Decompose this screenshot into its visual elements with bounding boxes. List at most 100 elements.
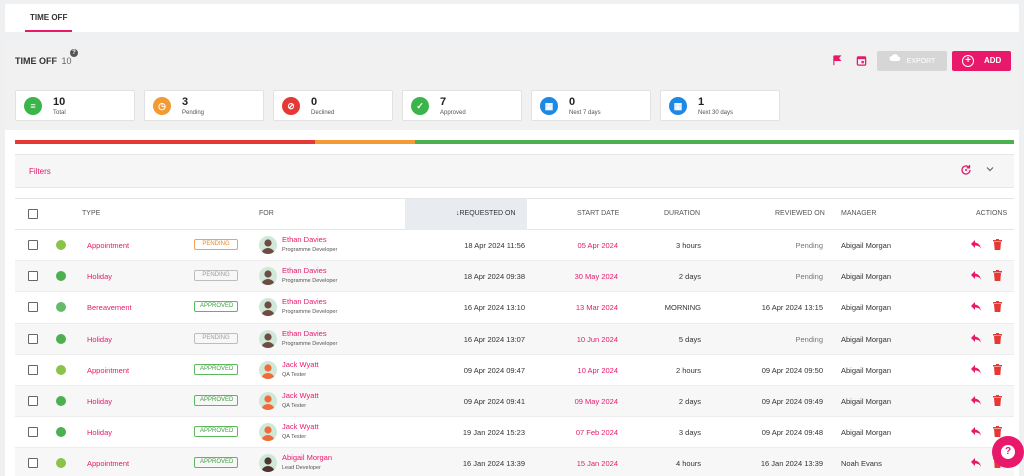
- stat-card-pending[interactable]: ◷ 3 Pending: [144, 90, 264, 121]
- row-checkbox[interactable]: [28, 302, 38, 313]
- table-row[interactable]: Holiday APPROVED Jack Wyatt QA Tester 19 Jan…: [15, 417, 1014, 449]
- table-row[interactable]: Bereavement APPROVED Ethan Davies Programme…: [15, 292, 1014, 324]
- table-row[interactable]: Appointment APPROVED Abigail Morgan Lead De…: [15, 448, 1014, 476]
- delete-icon[interactable]: [993, 301, 1002, 313]
- col-type[interactable]: TYPE: [82, 210, 100, 217]
- calendar-icon[interactable]: [854, 55, 868, 69]
- row-checkbox[interactable]: [28, 427, 38, 438]
- employee-name[interactable]: Ethan Davies: [282, 329, 337, 338]
- employee-role: QA Tester: [282, 434, 307, 441]
- export-label: EXPORT: [906, 57, 936, 65]
- avatar: [259, 267, 277, 286]
- requested-on: 19 Jan 2024 15:23: [462, 428, 525, 438]
- delete-icon[interactable]: [993, 426, 1002, 438]
- col-reviewed-on[interactable]: REVIEWED ON: [775, 210, 825, 217]
- delete-icon[interactable]: [993, 332, 1002, 344]
- filters-label[interactable]: Filters: [29, 167, 51, 176]
- clock-icon: ◷: [153, 97, 171, 115]
- leave-type[interactable]: Appointment: [87, 241, 129, 250]
- stat-value: 1: [698, 96, 705, 108]
- delete-icon[interactable]: [993, 239, 1002, 250]
- reply-icon[interactable]: [970, 300, 982, 315]
- panel-header: TIME OFF 10 ? EXPORT + ADD ≡ 10 Total ◷ 3 Pen…: [5, 40, 1019, 130]
- filters-bar[interactable]: Filters: [15, 154, 1014, 188]
- requested-on: 18 Apr 2024 11:56: [464, 241, 525, 250]
- reset-filters-icon[interactable]: [960, 164, 972, 179]
- leave-type-icon: [56, 458, 66, 469]
- leave-type[interactable]: Appointment: [87, 366, 129, 375]
- delete-icon[interactable]: [993, 363, 1002, 375]
- table-row[interactable]: Holiday PENDING Ethan Davies Programme Deve…: [15, 261, 1014, 293]
- stat-card-next-7-days[interactable]: ▦ 0 Next 7 days: [531, 90, 651, 121]
- chevron-down-icon[interactable]: [985, 164, 995, 177]
- row-checkbox[interactable]: [28, 240, 38, 250]
- employee-info[interactable]: Ethan Davies Programme Developer: [282, 297, 337, 315]
- stat-card-approved[interactable]: ✓ 7 Approved: [402, 90, 522, 121]
- flag-icon[interactable]: [830, 55, 844, 69]
- employee-role: Programme Developer: [282, 340, 338, 347]
- status-badge: APPROVED: [194, 363, 238, 375]
- help-icon[interactable]: ?: [70, 49, 78, 57]
- tab-time-off[interactable]: TIME OFF: [25, 4, 73, 32]
- reply-icon[interactable]: [970, 425, 982, 440]
- table-row[interactable]: Holiday APPROVED Jack Wyatt QA Tester 09 Apr…: [15, 385, 1014, 418]
- stat-card-declined[interactable]: ⊘ 0 Declined: [273, 90, 393, 121]
- row-checkbox[interactable]: [28, 364, 38, 375]
- delete-icon[interactable]: [993, 270, 1002, 282]
- leave-type[interactable]: Holiday: [87, 272, 112, 281]
- page-title: TIME OFF 10: [15, 56, 72, 66]
- table-row[interactable]: Holiday PENDING Ethan Davies Programme Deve…: [15, 323, 1014, 355]
- help-chat-button[interactable]: ?: [992, 436, 1024, 468]
- reply-icon[interactable]: [970, 363, 982, 378]
- reply-icon[interactable]: [970, 238, 982, 253]
- leave-type[interactable]: Holiday: [87, 428, 112, 437]
- col-for[interactable]: FOR: [259, 210, 274, 217]
- row-checkbox[interactable]: [28, 271, 38, 282]
- table-row[interactable]: Appointment PENDING Ethan Davies Programme …: [15, 230, 1014, 262]
- employee-name[interactable]: Ethan Davies: [282, 297, 337, 306]
- add-button[interactable]: + ADD: [952, 51, 1011, 71]
- leave-type[interactable]: Appointment: [87, 459, 129, 468]
- status-badge: PENDING: [194, 332, 238, 344]
- reply-icon[interactable]: [970, 332, 982, 347]
- stat-card-total[interactable]: ≡ 10 Total: [15, 90, 135, 121]
- col-manager[interactable]: MANAGER: [841, 210, 876, 217]
- select-all-checkbox[interactable]: [28, 209, 38, 219]
- employee-info[interactable]: Ethan Davies Programme Developer: [282, 329, 337, 347]
- col-start-date[interactable]: START DATE: [577, 210, 619, 217]
- employee-info[interactable]: Ethan Davies Programme Developer: [282, 235, 337, 253]
- employee-name[interactable]: Ethan Davies: [282, 266, 337, 275]
- leave-type[interactable]: Bereavement: [87, 303, 132, 312]
- employee-info[interactable]: Ethan Davies Programme Developer: [282, 266, 337, 284]
- employee-name[interactable]: Jack Wyatt: [282, 360, 319, 369]
- calendar-icon: ▦: [540, 97, 558, 115]
- employee-info[interactable]: Jack Wyatt QA Tester: [282, 391, 319, 409]
- employee-name[interactable]: Ethan Davies: [282, 235, 337, 244]
- start-date: 13 Mar 2024: [575, 303, 618, 313]
- stat-card-next-30-days[interactable]: ▦ 1 Next 30 days: [660, 90, 780, 121]
- reply-icon[interactable]: [970, 456, 982, 471]
- employee-name[interactable]: Abigail Morgan: [282, 453, 332, 462]
- employee-name[interactable]: Jack Wyatt: [282, 391, 319, 400]
- reply-icon[interactable]: [970, 269, 982, 284]
- employee-info[interactable]: Jack Wyatt QA Tester: [282, 360, 319, 378]
- row-checkbox[interactable]: [28, 395, 38, 406]
- reviewed-on: Pending: [795, 241, 823, 250]
- employee-info[interactable]: Jack Wyatt QA Tester: [282, 422, 319, 440]
- col-duration[interactable]: DURATION: [664, 210, 700, 217]
- requested-on: 16 Apr 2024 13:10: [463, 303, 525, 313]
- employee-name[interactable]: Jack Wyatt: [282, 422, 319, 431]
- leave-type[interactable]: Holiday: [87, 335, 112, 344]
- reviewed-on: 09 Apr 2024 09:50: [761, 365, 823, 375]
- table-row[interactable]: Appointment APPROVED Jack Wyatt QA Tester 09…: [15, 355, 1014, 386]
- status-badge: APPROVED: [194, 394, 238, 406]
- leave-type[interactable]: Holiday: [87, 397, 112, 406]
- reply-icon[interactable]: [970, 394, 982, 409]
- export-button[interactable]: EXPORT: [877, 51, 947, 71]
- delete-icon[interactable]: [993, 394, 1002, 406]
- row-checkbox[interactable]: [28, 333, 38, 344]
- manager: Abigail Morgan: [841, 272, 892, 282]
- col-requested-on[interactable]: ↓REQUESTED ON: [456, 210, 516, 217]
- row-checkbox[interactable]: [28, 458, 38, 469]
- employee-info[interactable]: Abigail Morgan Lead Developer: [282, 453, 332, 471]
